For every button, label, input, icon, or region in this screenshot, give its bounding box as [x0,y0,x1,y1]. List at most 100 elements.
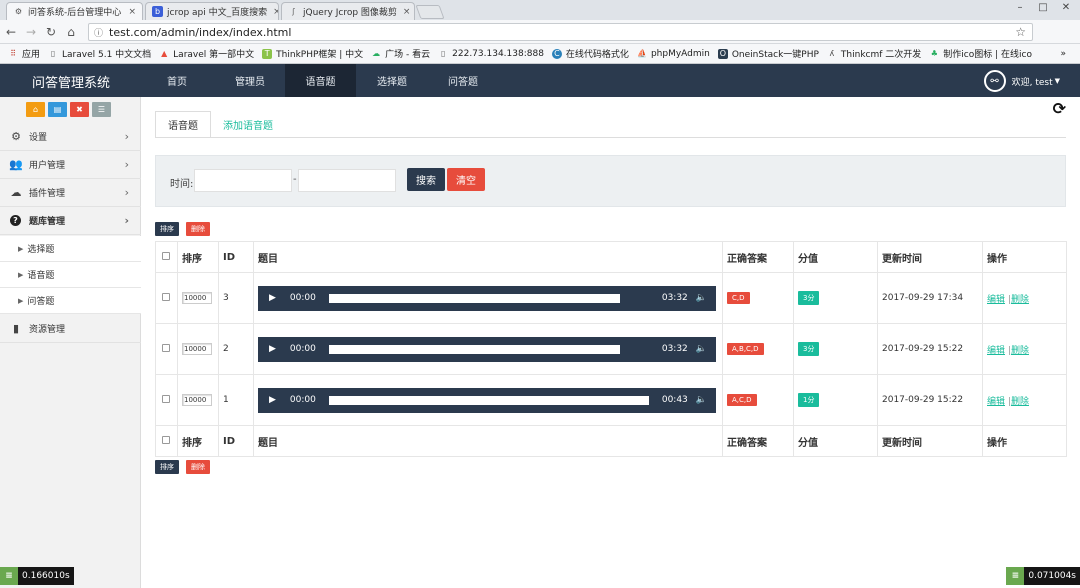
tab-close-icon[interactable]: × [397,7,411,17]
delete-link[interactable]: 删除 [1011,295,1029,305]
select-all-cell [155,241,178,273]
bookmark-apps[interactable]: ⠿ 应用 [8,47,40,60]
voice-questions-table: 排序 ID 题目 正确答案 分值 更新时间 操作 10000 3 ▶ 00:00… [155,241,1067,457]
debug-timer-right[interactable]: ≡ 0.071004s [1006,567,1080,585]
window-close-icon[interactable]: ✕ [1056,2,1076,13]
tab-close-icon[interactable]: × [267,7,278,17]
end-time-input[interactable] [298,169,396,192]
delete-button-bottom[interactable]: 删除 [186,460,210,474]
sidebar-subitem-voice[interactable]: ▶ 语音题 [0,262,141,288]
main-content: ⟳ 语音题 添加语音题 时间: - 搜索 清空 排序 删除 排序 ID 题目 正… [141,97,1080,588]
nav-voice-questions[interactable]: 语音题 [285,64,356,97]
bookmark-item[interactable]: ♣ 制作ico图标 | 在线ico [929,47,1032,60]
sort-button[interactable]: 排序 [155,222,179,236]
nav-home[interactable]: 首页 [156,64,198,97]
actions-cell: 编辑 |删除 [982,374,1067,426]
row-checkbox[interactable] [162,343,170,352]
volume-icon[interactable]: 🔈 [696,344,707,354]
play-icon[interactable]: ▶ [269,344,276,354]
actions-cell: 编辑 |删除 [982,272,1067,324]
refresh-icon[interactable]: ⟳ [1053,99,1066,118]
bookmark-item[interactable]: ▯ 222.73.134.138:888 [438,49,544,59]
select-all-checkbox[interactable] [162,435,170,444]
bookmark-item[interactable]: ʎ Thinkcmf 二次开发 [827,47,922,60]
id-cell: 2 [218,323,254,375]
clear-button[interactable]: 清空 [447,168,485,191]
nav-admin[interactable]: 管理员 [226,64,274,97]
score-cell: 1分 [793,374,878,426]
home-icon[interactable]: ⌂ [26,102,45,117]
play-icon[interactable]: ▶ [269,395,276,405]
score-cell: 3分 [793,272,878,324]
delete-link[interactable]: 删除 [1011,397,1029,407]
score-badge: 3分 [798,342,820,356]
question-icon: ? [10,215,21,226]
url-input[interactable]: ⓘ test.com/admin/index/index.html ☆ [88,23,1033,41]
score-badge: 1分 [798,393,820,407]
bookmark-item[interactable]: ☁ 广场 - 看云 [371,47,430,60]
bookmark-item[interactable]: O OneinStack一键PHP [717,47,819,60]
minimize-icon[interactable]: – [1010,2,1030,13]
bookmark-item[interactable]: ▲ Laravel 第一部中文 [159,47,254,60]
sidebar-item-users[interactable]: 👥 用户管理 › [0,151,141,179]
tab-voice-questions[interactable]: 语音题 [155,111,211,138]
play-icon[interactable]: ▶ [269,293,276,303]
edit-link[interactable]: 编辑 [987,397,1005,407]
edit-link[interactable]: 编辑 [987,295,1005,305]
bookmarks-more[interactable]: » [1060,49,1066,59]
sidebar-subitem-qa[interactable]: ▶ 问答题 [0,288,141,314]
reload-icon[interactable]: ↻ [42,25,60,39]
sidebar-item-question-bank[interactable]: ? 题库管理 › [0,207,141,235]
select-all-checkbox[interactable] [162,251,170,260]
home-icon[interactable]: ⌂ [62,25,80,39]
progress-track[interactable] [328,344,620,354]
browser-tab-jcrop[interactable]: ʃ jQuery Jcrop 图像裁剪 × [281,2,415,20]
browser-tab-baidu[interactable]: b jcrop api 中文_百度搜索 × [145,2,279,20]
progress-track[interactable] [328,395,649,405]
tab-close-icon[interactable]: × [122,7,136,17]
start-time-input[interactable] [194,169,292,192]
maximize-icon[interactable]: □ [1033,2,1053,13]
debug-timer-left[interactable]: ≡ 0.166010s [0,567,74,585]
back-icon[interactable]: ← [2,25,20,39]
row-checkbox[interactable] [162,292,170,301]
nav-qa-questions[interactable]: 问答题 [439,64,487,97]
volume-icon[interactable]: 🔈 [696,293,707,303]
sort-input[interactable]: 10000 [182,343,212,355]
user-menu[interactable]: ⚯ 欢迎, test ▼ [983,70,1060,92]
table-row: 10000 2 ▶ 00:00 03:32 🔈 A,B,C,D 3分 2017-… [155,323,1067,375]
bookmark-item[interactable]: C 在线代码格式化 [551,47,629,60]
sidebar-item-label: 资源管理 [29,325,66,335]
edit-link[interactable]: 编辑 [987,346,1005,356]
progress-track[interactable] [328,293,620,303]
updated-cell: 2017-09-29 15:22 [877,323,983,375]
gear-icon: ⚙ [14,7,23,16]
sidebar-item-settings[interactable]: ⚙ 设置 › [0,123,141,151]
sort-button-bottom[interactable]: 排序 [155,460,179,474]
sort-input[interactable]: 10000 [182,394,212,406]
answer-cell: A,C,D [722,374,794,426]
list-icon[interactable]: ☰ [92,102,111,117]
delete-button[interactable]: 删除 [186,222,210,236]
search-button[interactable]: 搜索 [407,168,445,191]
forward-icon[interactable]: → [22,25,40,39]
trash-icon[interactable]: ✖ [70,102,89,117]
sidebar-item-plugins[interactable]: ☁ 插件管理 › [0,179,141,207]
bookmark-item[interactable]: ⛵ phpMyAdmin [637,49,710,59]
browser-tab-admin[interactable]: ⚙ 问答系统-后台管理中心 × [6,2,143,20]
sidebar-subitem-choice[interactable]: ▶ 选择题 [0,236,141,262]
chevron-right-icon: › [124,214,129,227]
bookmark-star-icon[interactable]: ☆ [1015,25,1026,39]
volume-icon[interactable]: 🔈 [696,395,707,405]
sort-input[interactable]: 10000 [182,292,212,304]
sidebar-item-resources[interactable]: ▮ 资源管理 [0,315,141,343]
nav-choice-questions[interactable]: 选择题 [368,64,416,97]
bookmark-item[interactable]: T ThinkPHP框架 | 中文 [262,47,363,60]
document-icon[interactable]: ▤ [48,102,67,117]
delete-link[interactable]: 删除 [1011,346,1029,356]
new-tab-button[interactable] [415,5,445,19]
tab-add-voice-question[interactable]: 添加语音题 [211,111,285,138]
bookmark-item[interactable]: ▯ Laravel 5.1 中文文档 [48,47,151,60]
brand-title: 问答管理系统 [32,76,111,91]
row-checkbox[interactable] [162,394,170,403]
